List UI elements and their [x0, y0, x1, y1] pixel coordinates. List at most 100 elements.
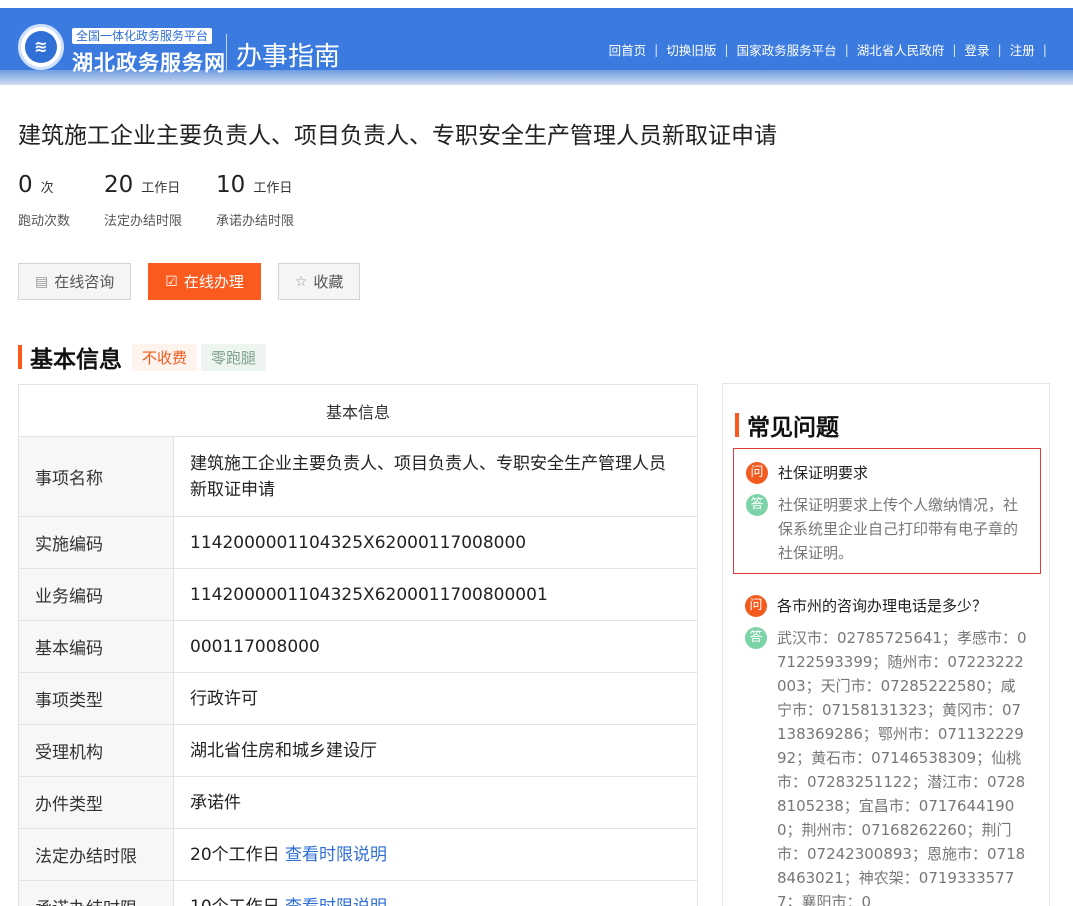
- faq-item[interactable]: 问 社保证明要求 答 社保证明要求上传个人缴纳情况，社保系统里企业自己打印带有电…: [733, 448, 1041, 574]
- stat-value: 10: [216, 172, 246, 198]
- chat-icon: ▤: [35, 273, 49, 290]
- row-value: 1142000001104325X6200011700800001: [173, 568, 698, 621]
- online-handle-button[interactable]: ☑ 在线办理: [148, 263, 261, 300]
- online-consult-button[interactable]: ▤ 在线咨询: [18, 263, 132, 300]
- table-header-row: 基本信息: [18, 384, 698, 437]
- row-value: 湖北省住房和城乡建设厅: [173, 724, 698, 777]
- tag-zero-visit: 零跑腿: [201, 343, 267, 371]
- table-row: 事项名称 建筑施工企业主要负责人、项目负责人、专职安全生产管理人员新取证申请: [18, 436, 698, 517]
- favorite-label: 收藏: [313, 273, 344, 291]
- faq-item[interactable]: 问 各市州的咨询办理电话是多少？ 答 武汉市：02785725641；孝感市：0…: [733, 582, 1041, 906]
- question-text: 社保证明要求: [778, 464, 869, 482]
- nav-hubei-government[interactable]: 湖北省人民政府: [857, 40, 945, 59]
- table-row: 实施编码 1142000001104325X62000117008000: [18, 516, 698, 569]
- row-value: 行政许可: [173, 672, 698, 725]
- nav-home[interactable]: 回首页: [609, 40, 647, 59]
- item-title: 建筑施工企业主要负责人、项目负责人、专职安全生产管理人员新取证申请: [18, 123, 777, 149]
- table-row: 业务编码 1142000001104325X6200011700800001: [18, 568, 698, 621]
- nav-separator: |: [654, 42, 659, 57]
- table-title: 基本信息: [18, 384, 698, 437]
- faq-question: 问 各市州的咨询办理电话是多少？: [745, 594, 1029, 618]
- faq-header: 常见问题: [735, 408, 839, 442]
- row-value: 10个工作日 查看时限说明: [173, 880, 698, 906]
- table-row: 事项类型 行政许可: [18, 672, 698, 725]
- checkbox-icon: ☑: [165, 273, 178, 290]
- answer-text: 社保证明要求上传个人缴纳情况，社保系统里企业自己打印带有电子章的社保证明。: [778, 496, 1019, 562]
- stat-unit: 工作日: [141, 181, 181, 196]
- platform-tag: 全国一体化政务服务平台: [72, 28, 213, 44]
- row-value-text: 20个工作日: [190, 844, 280, 865]
- nav-separator: |: [1042, 42, 1047, 57]
- section-accent-bar: [18, 345, 22, 369]
- nav-separator: |: [724, 42, 729, 57]
- site-name[interactable]: 湖北政务服务网: [72, 47, 226, 77]
- faq-answer: 答 武汉市：02785725641；孝感市：07122593399；随州市：07…: [745, 626, 1029, 906]
- row-value: 20个工作日 查看时限说明: [173, 828, 698, 881]
- site-logo[interactable]: ≋: [18, 24, 64, 70]
- top-nav: 回首页 | 切换旧版 | 国家政务服务平台 | 湖北省人民政府 | 登录 | 注册 |: [609, 40, 1055, 59]
- table-row: 基本编码 000117008000: [18, 620, 698, 673]
- stat-label: 承诺办结时限: [216, 214, 295, 229]
- row-key: 基本编码: [18, 620, 174, 673]
- item-stats: 0次 跑动次数 20 工作日 法定办结时限 10 工作日 承诺办结时限: [18, 172, 328, 229]
- row-key: 实施编码: [18, 516, 174, 569]
- faq-question: 问 社保证明要求: [746, 461, 1028, 485]
- star-icon: ☆: [294, 273, 308, 290]
- row-key: 法定办结时限: [18, 828, 174, 881]
- stat-visits: 0次 跑动次数: [18, 172, 70, 229]
- stat-legal-limit: 20 工作日 法定办结时限: [104, 172, 182, 229]
- header-page-title: 办事指南: [236, 42, 341, 72]
- table-row: 承诺办结时限 10个工作日 查看时限说明: [18, 880, 698, 906]
- row-key: 事项名称: [18, 436, 174, 517]
- view-time-limit-link[interactable]: 查看时限说明: [285, 897, 387, 906]
- stat-value: 0: [18, 172, 33, 198]
- answer-badge-icon: 答: [745, 627, 767, 649]
- stat-unit: 工作日: [253, 181, 293, 196]
- row-key: 事项类型: [18, 672, 174, 725]
- stat-label: 法定办结时限: [104, 214, 183, 229]
- logo-emblem-icon: ≋: [25, 31, 57, 63]
- nav-separator: |: [952, 42, 957, 57]
- question-text: 各市州的咨询办理电话是多少？: [777, 597, 988, 615]
- row-key: 办件类型: [18, 776, 174, 829]
- section-accent-bar: [735, 413, 739, 437]
- online-handle-label: 在线办理: [183, 273, 244, 291]
- header-divider: [226, 34, 227, 70]
- question-badge-icon: 问: [745, 595, 767, 617]
- row-value-text: 10个工作日: [190, 897, 280, 906]
- row-value: 建筑施工企业主要负责人、项目负责人、专职安全生产管理人员新取证申请: [173, 436, 698, 517]
- table-row: 法定办结时限 20个工作日 查看时限说明: [18, 828, 698, 881]
- action-buttons: ▤ 在线咨询 ☑ 在线办理 ☆ 收藏: [18, 263, 377, 300]
- site-header: ≋ 全国一体化政务服务平台 湖北政务服务网 办事指南 回首页 | 切换旧版 | 国家…: [0, 8, 1073, 85]
- table-row: 办件类型 承诺件: [18, 776, 698, 829]
- basic-info-section-header: 基本信息 不收费 零跑腿: [18, 340, 267, 374]
- stat-unit: 次: [40, 181, 54, 196]
- faq-panel: 常见问题 问 社保证明要求 答 社保证明要求上传个人缴纳情况，社保系统里企业自己…: [722, 383, 1050, 906]
- nav-register[interactable]: 注册: [1010, 40, 1035, 59]
- table-row: 受理机构 湖北省住房和城乡建设厅: [18, 724, 698, 777]
- nav-login[interactable]: 登录: [965, 40, 990, 59]
- stat-label: 跑动次数: [18, 214, 71, 229]
- answer-text: 武汉市：02785725641；孝感市：07122593399；随州市：0722…: [777, 629, 1027, 906]
- online-consult-label: 在线咨询: [54, 273, 115, 291]
- basic-info-table: 基本信息 事项名称 建筑施工企业主要负责人、项目负责人、专职安全生产管理人员新取…: [18, 384, 698, 906]
- question-badge-icon: 问: [746, 462, 768, 484]
- view-time-limit-link[interactable]: 查看时限说明: [285, 845, 387, 865]
- nav-switch-old[interactable]: 切换旧版: [666, 40, 716, 59]
- row-key: 受理机构: [18, 724, 174, 777]
- faq-answer: 答 社保证明要求上传个人缴纳情况，社保系统里企业自己打印带有电子章的社保证明。: [746, 493, 1028, 565]
- tag-free: 不收费: [132, 343, 198, 371]
- nav-separator: |: [997, 42, 1002, 57]
- stat-value: 20: [104, 172, 134, 198]
- row-key: 承诺办结时限: [18, 880, 174, 906]
- answer-badge-icon: 答: [746, 494, 768, 516]
- faq-title: 常见问题: [747, 415, 839, 441]
- row-value: 承诺件: [173, 776, 698, 829]
- section-title: 基本信息: [30, 347, 122, 373]
- favorite-button[interactable]: ☆ 收藏: [277, 263, 361, 300]
- nav-national-platform[interactable]: 国家政务服务平台: [737, 40, 837, 59]
- row-value: 000117008000: [173, 620, 698, 673]
- row-key: 业务编码: [18, 568, 174, 621]
- stat-promised-limit: 10 工作日 承诺办结时限: [216, 172, 294, 229]
- row-value: 1142000001104325X62000117008000: [173, 516, 698, 569]
